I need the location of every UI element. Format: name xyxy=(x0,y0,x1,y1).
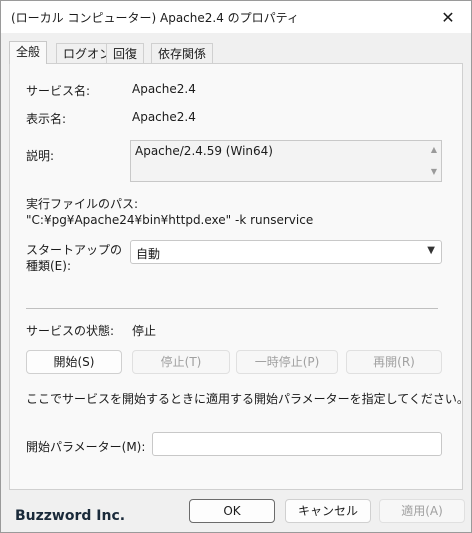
scroll-up-arrow-icon[interactable]: ▲ xyxy=(429,145,439,155)
exe-path-label: 実行ファイルのパス: xyxy=(26,197,139,211)
description-field[interactable]: Apache/2.4.59 (Win64) ▲ ▼ xyxy=(130,140,442,182)
resume-button[interactable]: 再開(R) xyxy=(346,350,442,374)
cancel-button[interactable]: キャンセル xyxy=(285,499,371,523)
tab-dependencies[interactable]: 依存関係 xyxy=(151,43,214,63)
display-name-label: 表示名: xyxy=(26,112,67,126)
startup-type-value: 自動 xyxy=(136,247,161,261)
general-tab-panel: サービス名: Apache2.4 表示名: Apache2.4 説明: Apac… xyxy=(9,63,469,490)
start-params-hint: ここでサービスを開始するときに適用する開始パラメーターを指定してください。 xyxy=(26,392,469,406)
description-value: Apache/2.4.59 (Win64) xyxy=(135,144,273,158)
service-status-label: サービスの状態: xyxy=(26,324,115,338)
service-name-label: サービス名: xyxy=(26,84,91,98)
chevron-down-icon: ▼ xyxy=(427,245,435,256)
divider xyxy=(26,308,438,309)
close-button[interactable]: ✕ xyxy=(425,1,471,33)
close-icon: ✕ xyxy=(441,7,455,27)
ok-button[interactable]: OK xyxy=(189,499,275,523)
pause-button[interactable]: 一時停止(P) xyxy=(236,350,338,374)
service-status-value: 停止 xyxy=(132,324,157,338)
scroll-down-arrow-icon[interactable]: ▼ xyxy=(429,167,439,177)
tab-general[interactable]: 全般 xyxy=(9,41,48,64)
apply-button[interactable]: 適用(A) xyxy=(379,499,465,523)
window-title: (ローカル コンピューター) Apache2.4 のプロパティ xyxy=(11,11,299,25)
start-params-label: 開始パラメーター(M): xyxy=(26,440,146,454)
tab-recovery[interactable]: 回復 xyxy=(106,43,145,63)
start-button[interactable]: 開始(S) xyxy=(26,350,122,374)
brand-watermark: Buzzword Inc. xyxy=(15,508,126,524)
properties-dialog: (ローカル コンピューター) Apache2.4 のプロパティ ✕ 全般 ログオ… xyxy=(0,0,472,533)
startup-type-select[interactable]: 自動 ▼ xyxy=(130,240,442,264)
startup-type-label-line2: 種類(E): xyxy=(26,259,71,273)
start-params-input[interactable] xyxy=(152,432,442,456)
title-bar: (ローカル コンピューター) Apache2.4 のプロパティ ✕ xyxy=(1,1,471,33)
service-name-value: Apache2.4 xyxy=(132,82,196,96)
startup-type-label-line1: スタートアップの xyxy=(26,243,123,257)
display-name-value: Apache2.4 xyxy=(132,110,196,124)
exe-path-value: "C:¥pg¥Apache24¥bin¥httpd.exe" -k runser… xyxy=(26,213,314,227)
stop-button[interactable]: 停止(T) xyxy=(132,350,230,374)
description-label: 説明: xyxy=(26,149,55,163)
